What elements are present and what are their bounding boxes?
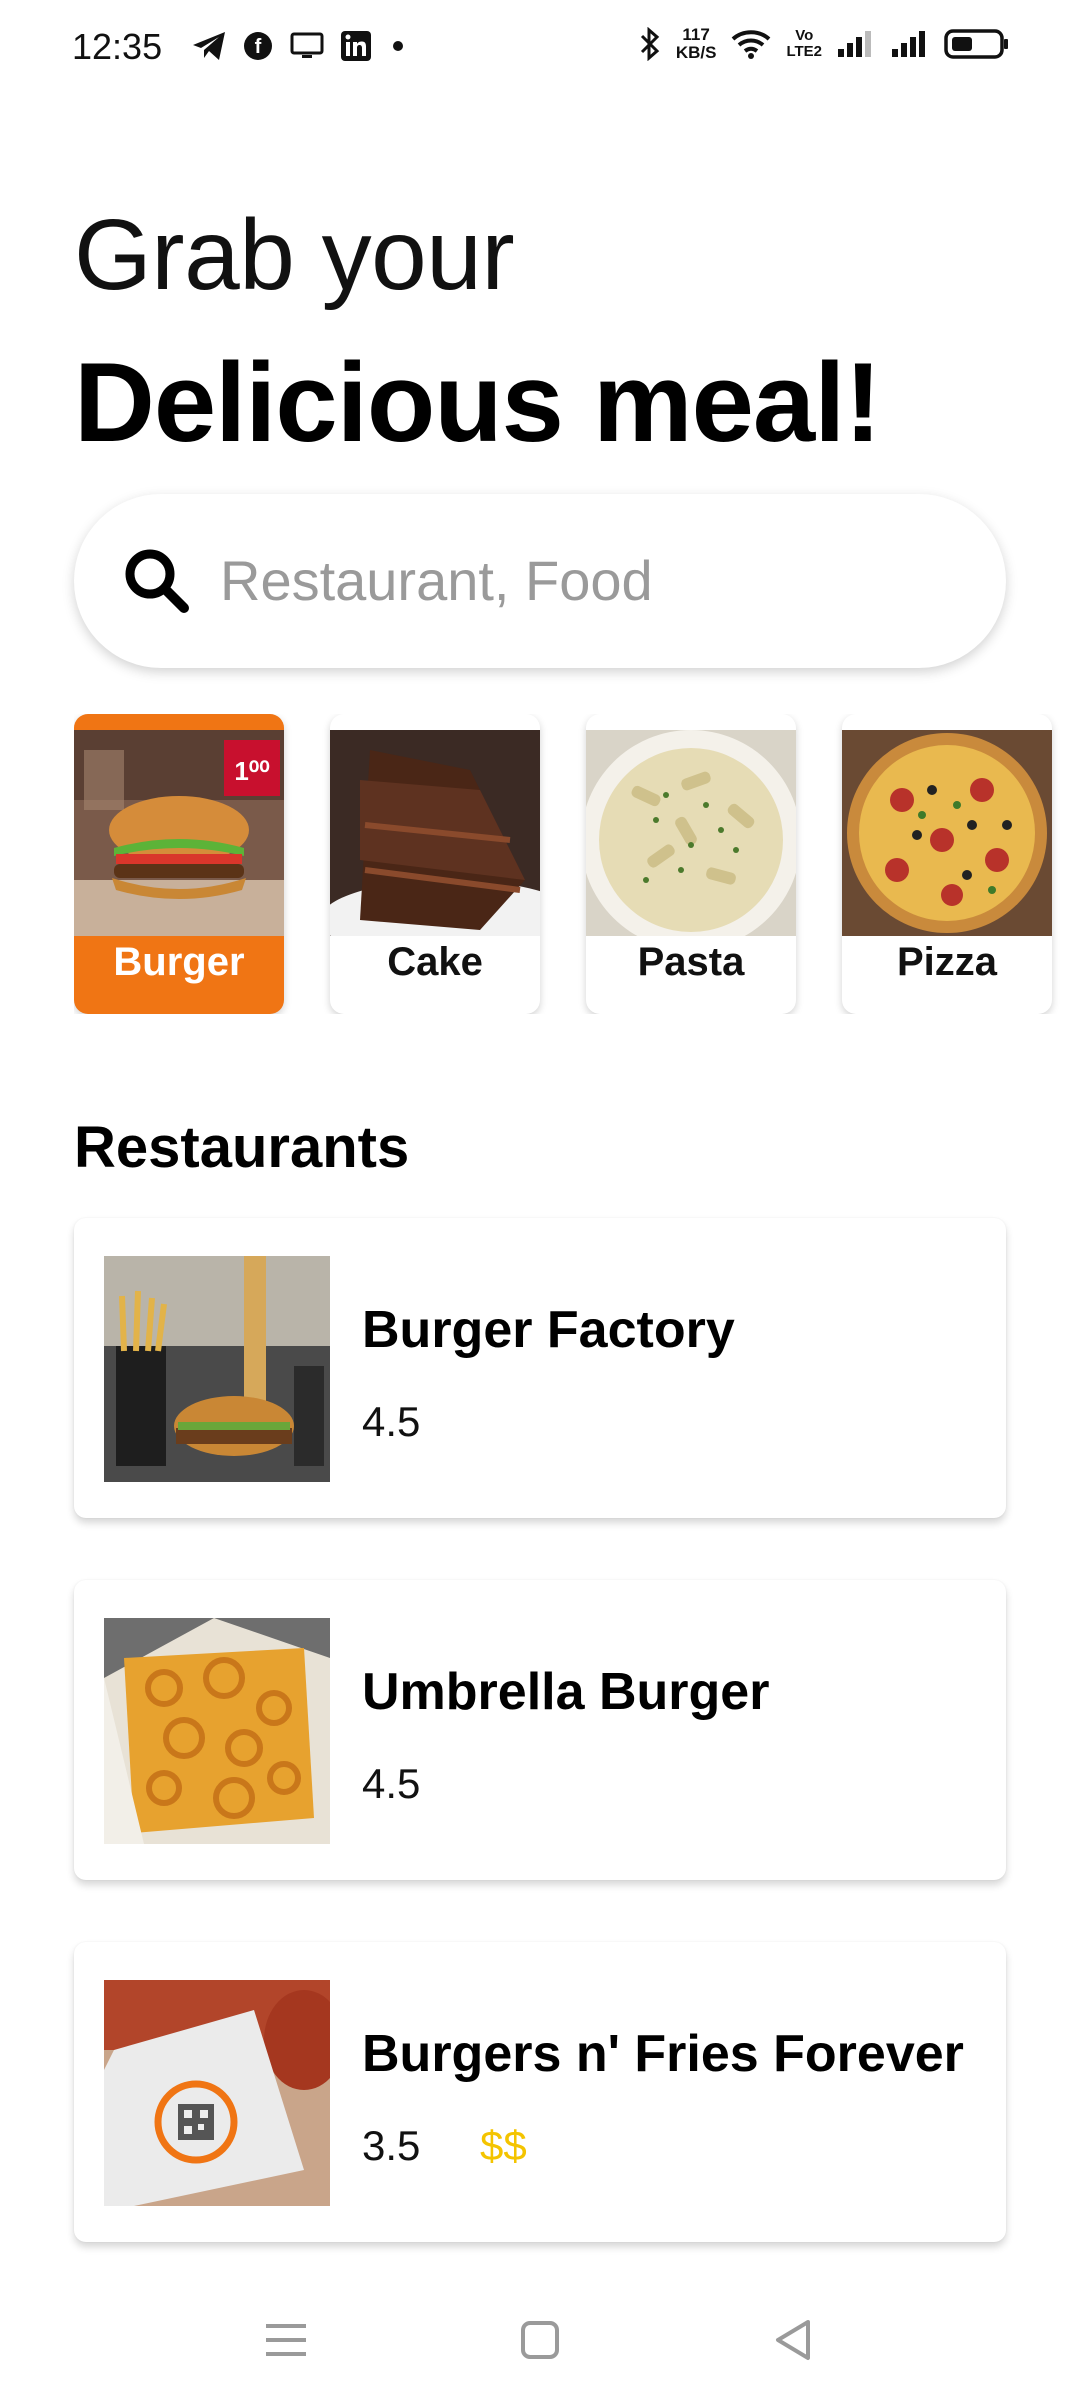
restaurant-card[interactable]: Burger Factory 4.5 <box>74 1218 1006 1518</box>
pizza-image <box>842 730 1052 936</box>
status-bar: 12:35 f 117 KB/S Vo LTE2 <box>0 0 1080 96</box>
menu-icon[interactable] <box>256 2310 316 2370</box>
category-label: Cake <box>387 940 483 984</box>
linkedin-icon <box>341 31 371 61</box>
search-input[interactable] <box>220 530 960 630</box>
restaurant-rating: 4.5 <box>362 1760 421 1807</box>
system-nav-bar <box>0 2270 1080 2400</box>
volte-indicator: Vo LTE2 <box>786 27 822 60</box>
search-bar[interactable] <box>74 494 1006 668</box>
signal-icon <box>892 31 925 57</box>
system-icons: 117 KB/S Vo LTE2 <box>638 26 1010 62</box>
price-badge: 1⁰⁰ <box>234 756 269 786</box>
category-label: Pizza <box>896 940 998 984</box>
restaurant-image <box>104 1980 330 2206</box>
restaurant-rating: 3.5 <box>362 2122 421 2169</box>
category-label: Burger <box>113 940 245 984</box>
restaurant-rating: 4.5 <box>362 1398 421 1445</box>
battery-icon <box>944 29 1008 59</box>
restaurant-image <box>104 1618 330 1844</box>
restaurant-name: Umbrella Burger <box>362 1663 770 1721</box>
f-circle-icon: f <box>244 32 272 60</box>
wifi-icon <box>732 30 771 59</box>
category-list: 1⁰⁰ Burger Cake Pasta Pizza <box>74 714 1080 1014</box>
category-cake[interactable]: Cake <box>330 714 540 1014</box>
restaurant-price-level: $$ <box>480 2122 527 2169</box>
category-pizza[interactable]: Pizza <box>842 714 1052 1014</box>
network-speed: 117 KB/S <box>675 25 717 62</box>
greeting-line-2: Delicious meal! <box>74 340 882 465</box>
telegram-icon <box>193 32 225 60</box>
status-time: 12:35 <box>72 26 163 67</box>
restaurant-name: Burgers n' Fries Forever <box>362 2025 964 2083</box>
cake-image <box>330 730 540 936</box>
category-burger[interactable]: 1⁰⁰ Burger <box>74 714 284 1014</box>
restaurant-image <box>104 1256 330 1482</box>
bluetooth-icon <box>640 27 660 61</box>
svg-text:f: f <box>255 36 262 58</box>
signal-icon <box>838 31 871 57</box>
restaurant-card[interactable]: Burgers n' Fries Forever 3.5 $$ <box>74 1942 1006 2242</box>
restaurant-card[interactable]: Umbrella Burger 4.5 <box>74 1580 1006 1880</box>
search-icon[interactable] <box>120 544 192 616</box>
greeting-line-1: Grab your <box>74 199 515 311</box>
burger-image: 1⁰⁰ <box>74 730 284 936</box>
restaurants-heading: Restaurants <box>74 1115 410 1180</box>
back-triangle-icon[interactable] <box>764 2310 824 2370</box>
monitor-icon <box>290 32 324 58</box>
dot-icon <box>393 41 403 51</box>
category-label: Pasta <box>637 940 745 984</box>
category-pasta[interactable]: Pasta <box>586 714 796 1014</box>
restaurant-name: Burger Factory <box>362 1301 735 1359</box>
pasta-image <box>586 730 796 936</box>
home-square-icon[interactable] <box>510 2310 570 2370</box>
notification-icons: f <box>192 30 408 62</box>
